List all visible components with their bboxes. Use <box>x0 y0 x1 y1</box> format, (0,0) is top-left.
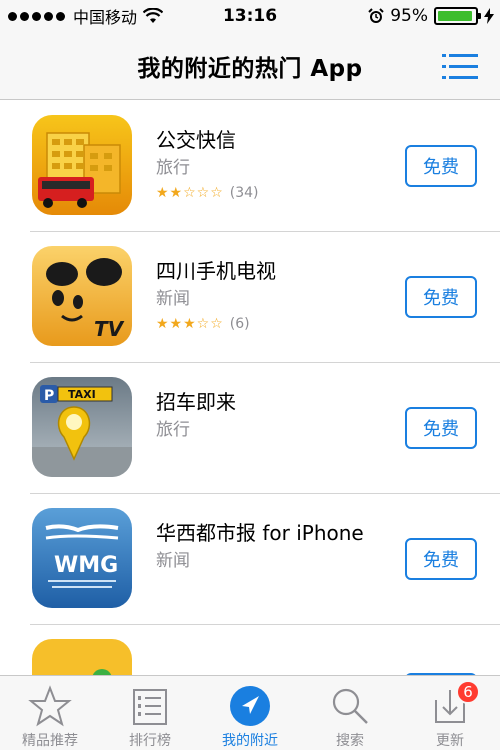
app-category: 旅行 <box>156 420 190 440</box>
svg-text:TAXI: TAXI <box>68 388 96 401</box>
carrier-name: 中国移动 <box>73 8 138 27</box>
status-bar: 中国移动 13:16 95% <box>0 0 500 32</box>
taxi-app-icon[interactable]: P TAXI <box>32 377 132 477</box>
partial-app-icon[interactable] <box>32 639 132 675</box>
tab-featured[interactable]: 精品推荐 <box>0 676 100 750</box>
panda-tv-app-icon[interactable]: TV <box>32 246 132 346</box>
app-name[interactable]: 四川手机电视 <box>156 258 276 284</box>
rating-count: (34) <box>229 185 259 201</box>
wifi-icon <box>143 8 164 23</box>
svg-text:TV: TV <box>94 317 125 341</box>
charging-bolt-icon <box>484 8 494 24</box>
app-rating: ★★☆☆☆ (34) <box>156 185 259 201</box>
app-category: 新闻 <box>156 551 190 571</box>
bus-app-icon[interactable] <box>32 115 132 215</box>
tab-label: 精品推荐 <box>22 733 78 749</box>
tab-label: 更新 <box>436 733 464 749</box>
page-title: 我的附近的热门 App <box>137 55 363 82</box>
tab-top-charts[interactable]: 排行榜 <box>100 676 200 750</box>
app-row[interactable]: 公交快信 旅行 ★★☆☆☆ (34) 免费 <box>30 101 500 232</box>
free-download-button[interactable]: 免费 <box>405 145 477 187</box>
updates-badge: 6 <box>456 680 480 704</box>
tab-near-me[interactable]: 我的附近 <box>200 676 300 750</box>
app-row[interactable]: P TAXI 招车即来 旅行 免费 <box>30 363 500 494</box>
rating-stars: ★★☆☆☆ <box>156 185 224 201</box>
app-row[interactable] <box>30 625 500 675</box>
signal-strength-icon <box>8 11 65 21</box>
free-download-button[interactable]: 免费 <box>405 538 477 580</box>
tab-label: 我的附近 <box>222 733 278 749</box>
nearby-apps-list: 公交快信 旅行 ★★☆☆☆ (34) 免费 TV 四川手机电视 新闻 ★★★☆☆… <box>0 101 500 675</box>
list-menu-icon[interactable] <box>442 52 478 82</box>
tab-label: 排行榜 <box>129 733 171 749</box>
app-row[interactable]: WMG 华西都市报 for iPhone 新闻 免费 <box>30 494 500 625</box>
app-name[interactable]: 公交快信 <box>156 127 259 153</box>
free-download-button[interactable]: 免费 <box>405 276 477 318</box>
battery-percent: 95% <box>390 6 428 26</box>
tab-label: 搜索 <box>336 733 364 749</box>
app-category: 旅行 <box>156 158 190 178</box>
tab-search[interactable]: 搜索 <box>300 676 400 750</box>
app-name[interactable]: 招车即来 <box>156 389 236 415</box>
rating-count: (6) <box>229 316 250 332</box>
search-icon <box>332 688 368 724</box>
app-rating: ★★★☆☆ (6) <box>156 316 276 332</box>
location-arrow-icon <box>230 686 270 726</box>
app-name[interactable]: 华西都市报 for iPhone <box>156 520 364 546</box>
svg-text:WMG: WMG <box>54 553 118 578</box>
status-time: 13:16 <box>222 6 278 26</box>
navigation-bar: 我的附近的热门 App <box>0 32 500 100</box>
star-icon <box>28 685 72 727</box>
wmg-newspaper-app-icon[interactable]: WMG <box>32 508 132 608</box>
free-download-button[interactable]: 免费 <box>405 407 477 449</box>
tab-bar: 精品推荐 排行榜 我的附近 搜索 6 更新 <box>0 675 500 750</box>
alarm-clock-icon <box>368 8 384 23</box>
battery-icon <box>434 7 481 25</box>
tab-updates[interactable]: 6 更新 <box>400 676 500 750</box>
app-row[interactable]: TV 四川手机电视 新闻 ★★★☆☆ (6) 免费 <box>30 232 500 363</box>
ranking-list-icon <box>133 689 167 725</box>
rating-stars: ★★★☆☆ <box>156 316 224 332</box>
app-category: 新闻 <box>156 289 190 309</box>
svg-text:P: P <box>44 388 54 404</box>
